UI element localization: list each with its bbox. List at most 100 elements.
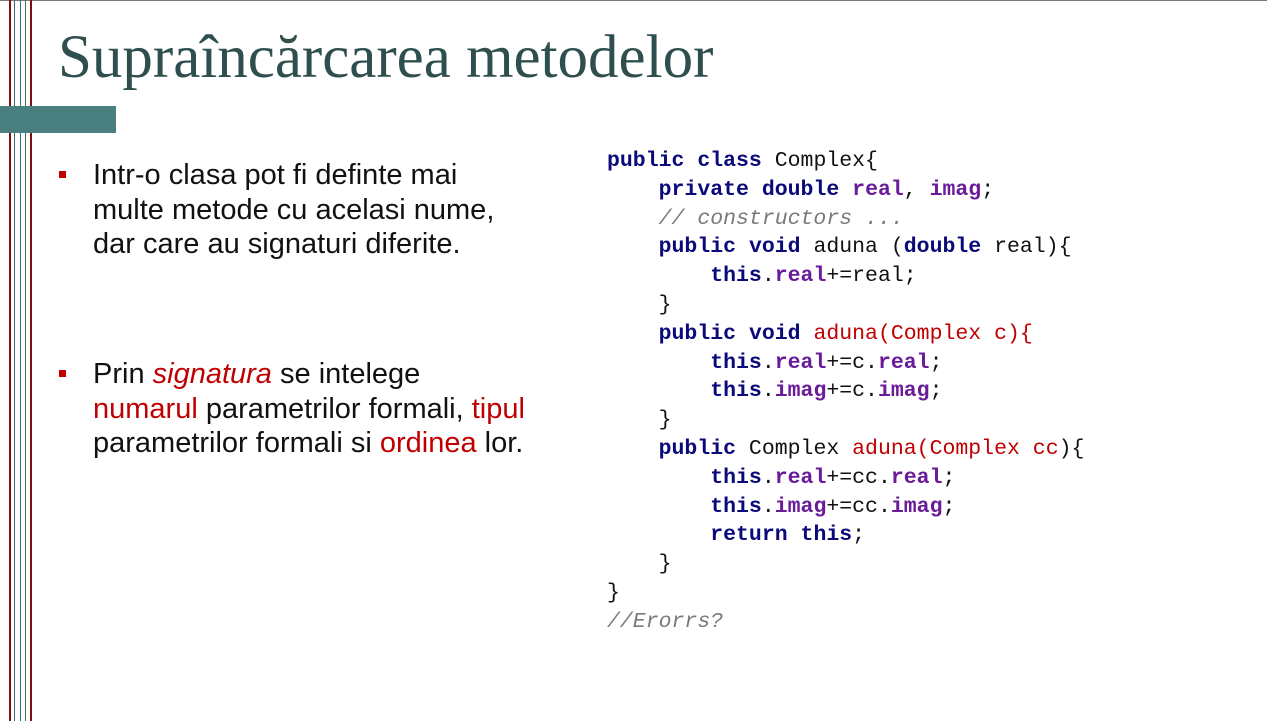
- code-text: Complex{: [761, 149, 878, 173]
- code-keyword: private: [658, 177, 749, 202]
- code-line: public void aduna (double real){: [607, 235, 1072, 259]
- code-keyword: public: [658, 436, 737, 461]
- code-text: +=cc.: [826, 494, 891, 519]
- code-keyword: this: [800, 523, 853, 548]
- code-text: ;: [929, 379, 943, 404]
- code-text: +=c.: [826, 379, 878, 404]
- code-line: return this;: [607, 523, 865, 547]
- code-keyword: double: [761, 177, 840, 202]
- highlight-ordinea: ordinea: [379, 427, 477, 459]
- code-field: real: [774, 465, 827, 490]
- slide-title: Supraîncărcarea metodelor: [58, 24, 714, 91]
- code-keyword: this: [710, 494, 762, 519]
- code-line: public class Complex{: [607, 149, 878, 173]
- code-line: private double real, imag;: [607, 177, 995, 202]
- code-text: +=real;: [826, 264, 917, 289]
- code-text: ;: [981, 177, 995, 202]
- code-line: }: [607, 292, 672, 317]
- code-keyword: this: [710, 350, 762, 375]
- code-line: }: [607, 580, 620, 605]
- code-keyword: return: [710, 523, 788, 548]
- bullet-marker: [59, 370, 66, 377]
- code-keyword: class: [697, 149, 762, 173]
- code-field: real: [774, 350, 827, 375]
- code-text: .: [761, 465, 775, 490]
- text-fragment: se intelege: [271, 358, 421, 390]
- code-line: public Complex aduna(Complex cc){: [607, 436, 1085, 461]
- code-keyword: this: [710, 465, 762, 490]
- code-text: +=c.: [826, 350, 878, 375]
- top-border-line: [0, 0, 1267, 1]
- code-field: imag: [929, 177, 982, 202]
- code-method-signature: aduna(Complex c){: [813, 321, 1033, 346]
- decorative-title-bar: [0, 106, 116, 133]
- text-fragment: parametrilor formali si: [93, 427, 380, 459]
- code-text: .: [761, 350, 775, 375]
- code-text: real){: [981, 235, 1072, 260]
- code-text: .: [761, 379, 775, 404]
- code-line: this.real+=cc.real;: [607, 466, 955, 490]
- highlight-signatura: signatura: [152, 358, 272, 390]
- code-text: Complex: [736, 436, 853, 461]
- code-keyword: void: [748, 235, 801, 260]
- code-text: ){: [1058, 436, 1085, 461]
- code-comment: // constructors ...: [658, 206, 904, 231]
- code-text: .: [761, 494, 775, 519]
- code-keyword: this: [710, 264, 762, 289]
- code-field: imag: [877, 379, 930, 404]
- code-text: .: [761, 264, 775, 289]
- highlight-numarul: numarul: [93, 392, 198, 425]
- code-method-signature: aduna(Complex cc: [852, 436, 1059, 461]
- code-text: ;: [942, 465, 956, 490]
- code-comment-errors: //Erorrs?: [607, 609, 724, 634]
- code-field: imag: [890, 494, 943, 519]
- code-line: }: [607, 552, 672, 577]
- code-text: ,: [903, 177, 930, 202]
- code-line: this.real+=real;: [607, 264, 917, 289]
- code-keyword: double: [903, 235, 982, 260]
- code-keyword: public: [658, 235, 737, 260]
- code-block: public class Complex{ private double rea…: [607, 147, 1084, 637]
- code-line: }: [607, 408, 672, 433]
- code-line: this.imag+=cc.imag;: [607, 495, 955, 519]
- code-keyword: public: [607, 149, 685, 173]
- code-field: real: [774, 264, 827, 289]
- text-fragment: lor.: [476, 427, 524, 459]
- code-text: ;: [852, 523, 866, 548]
- code-keyword: void: [748, 321, 801, 346]
- bullet-text-overloading: Intr-o clasa pot fi definte mai multe me…: [93, 159, 495, 260]
- code-field: real: [852, 177, 904, 202]
- code-keyword: public: [658, 321, 737, 346]
- code-line: this.real+=c.real;: [607, 351, 942, 375]
- highlight-tipul: tipul: [471, 392, 525, 425]
- code-field: imag: [774, 494, 827, 519]
- code-text: ;: [929, 350, 943, 375]
- code-line: this.imag+=c.imag;: [607, 379, 942, 403]
- code-text: +=cc.: [826, 465, 891, 490]
- code-line: // constructors ...: [607, 207, 904, 231]
- code-text: aduna (: [800, 235, 904, 260]
- bullet-marker: [59, 171, 66, 178]
- code-keyword: this: [710, 379, 762, 404]
- bullet-text-signature: Prin signatura se intelege numarul param…: [93, 357, 533, 461]
- code-field: real: [890, 465, 943, 490]
- code-line: public void aduna(Complex c){: [607, 322, 1033, 346]
